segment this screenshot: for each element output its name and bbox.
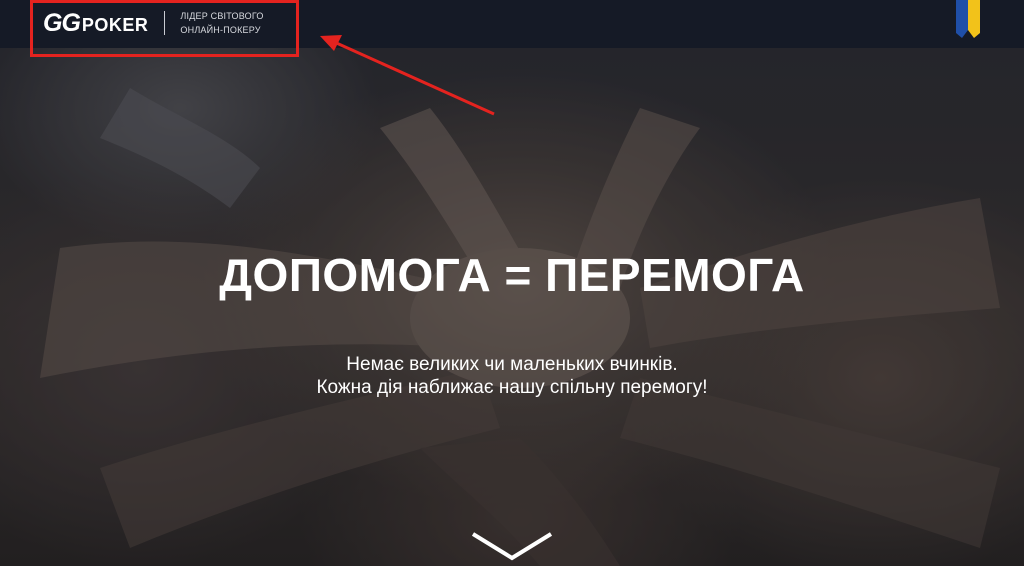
hero-overlay	[0, 48, 1024, 566]
chevron-down-icon[interactable]	[469, 528, 555, 566]
hero-subtext-line-1: Немає великих чи маленьких вчинків.	[346, 354, 678, 375]
hero-subtext-line-2: Кожна дія наближає нашу спільну перемогу…	[316, 377, 708, 398]
hero-section: ДОПОМОГА = ПЕРЕМОГА Немає великих чи мал…	[0, 48, 1024, 566]
ukraine-ribbon-icon	[956, 0, 980, 38]
hero-headline: ДОПОМОГА = ПЕРЕМОГА	[219, 249, 805, 301]
hero-subtext: Немає великих чи маленьких вчинків. Кожн…	[0, 353, 1024, 399]
logo-highlight-annotation	[30, 0, 299, 57]
red-arrow-annotation	[320, 35, 495, 116]
